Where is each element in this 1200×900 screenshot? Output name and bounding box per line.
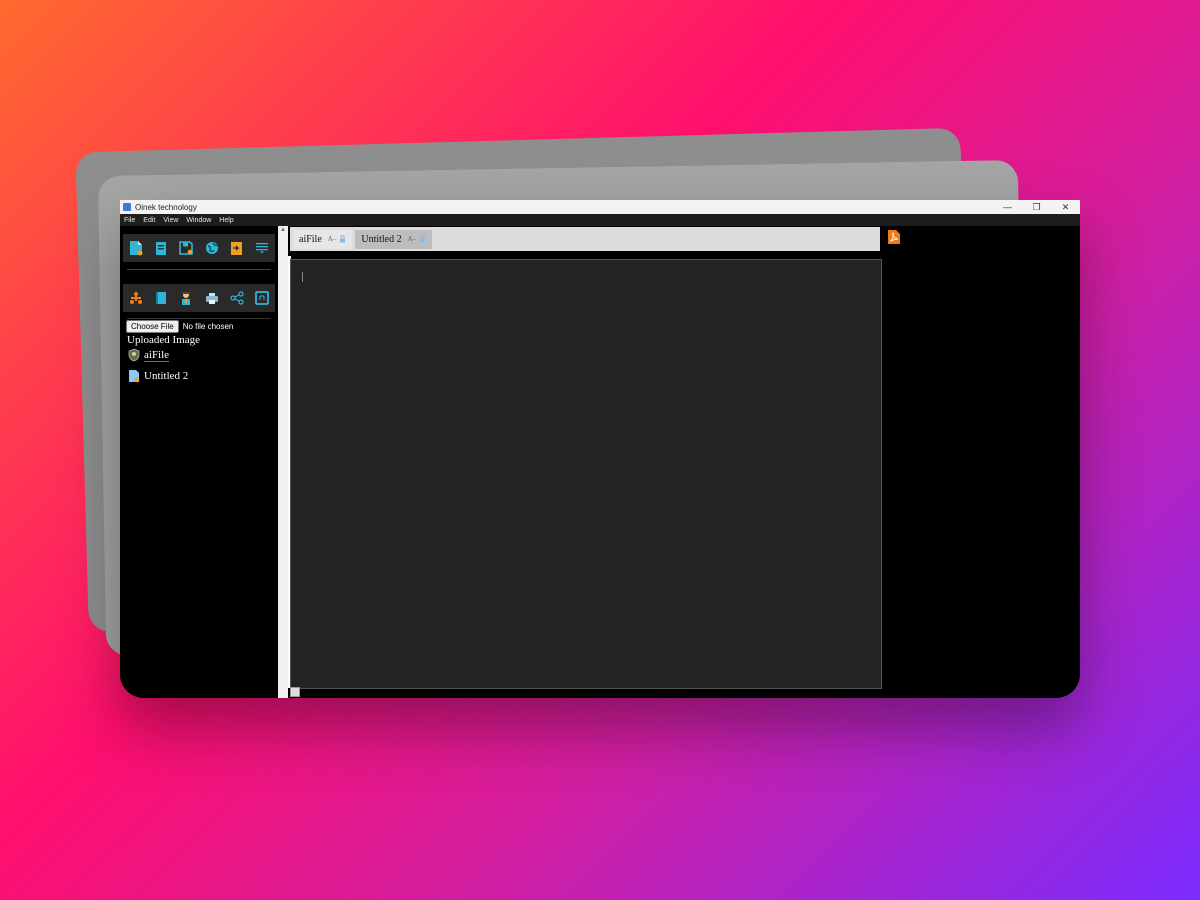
terminal-icon[interactable] xyxy=(254,290,271,307)
uploaded-image-placeholder: Uploaded Image xyxy=(127,334,200,346)
save-icon[interactable] xyxy=(178,240,195,257)
menu-help[interactable]: Help xyxy=(215,217,237,224)
file-item-untitled-2[interactable]: Untitled 2 xyxy=(128,369,188,383)
menu-edit[interactable]: Edit xyxy=(139,217,159,224)
file-item-aifile[interactable]: aiFile xyxy=(128,348,170,362)
share-icon[interactable] xyxy=(228,290,245,307)
book-icon[interactable] xyxy=(152,240,169,257)
scroll-up-arrow[interactable]: ▲ xyxy=(278,226,288,234)
notebook-icon[interactable] xyxy=(152,290,169,307)
secondary-toolbar xyxy=(123,284,275,312)
toolbar-divider xyxy=(127,318,271,319)
file-item-label: Untitled 2 xyxy=(144,370,189,382)
text-editor[interactable] xyxy=(290,259,882,689)
printer-icon[interactable] xyxy=(203,290,220,307)
sidebar-scrollbar[interactable]: ▲ xyxy=(278,226,288,698)
broken-image-icon xyxy=(290,687,300,697)
file-input: Choose File No file chosen xyxy=(126,320,233,333)
menu-file[interactable]: File xyxy=(120,217,139,224)
robot-user-icon[interactable] xyxy=(178,290,195,307)
tab-untitled-2[interactable]: Untitled 2 A– xyxy=(355,229,433,249)
text-caret xyxy=(302,272,303,282)
choose-file-button[interactable]: Choose File xyxy=(126,320,179,333)
minimize-button[interactable]: — xyxy=(993,202,1022,212)
menu-window[interactable]: Window xyxy=(182,217,215,224)
menu-bar: File Edit View Window Help xyxy=(120,214,1080,226)
app-window: Oinek technology — ❐ ✕ File Edit View Wi… xyxy=(120,200,1080,698)
network-icon[interactable] xyxy=(127,290,144,307)
toolbar-divider xyxy=(127,269,271,270)
tab-label: aiFile xyxy=(299,233,322,245)
pdf-export-icon[interactable] xyxy=(887,229,901,245)
font-size-toggle[interactable]: A– xyxy=(328,235,337,243)
document-icon xyxy=(128,369,140,383)
sidebar: Choose File No file chosen Uploaded Imag… xyxy=(120,226,278,698)
maximize-button[interactable]: ❐ xyxy=(1022,202,1051,213)
tab-bar: aiFile A– Untitled 2 A– xyxy=(290,227,880,251)
close-button[interactable]: ✕ xyxy=(1051,202,1080,213)
file-status: No file chosen xyxy=(182,322,234,331)
file-item-label: aiFile xyxy=(144,348,170,362)
tab-label: Untitled 2 xyxy=(361,233,402,245)
lock-icon[interactable] xyxy=(419,235,426,243)
new-file-icon[interactable] xyxy=(127,240,144,257)
tab-aifile[interactable]: aiFile A– xyxy=(293,229,353,249)
title-bar: Oinek technology — ❐ ✕ xyxy=(120,200,1080,214)
import-icon[interactable] xyxy=(228,240,245,257)
font-size-toggle[interactable]: A– xyxy=(408,235,417,243)
ai-shield-icon xyxy=(128,348,140,362)
primary-toolbar xyxy=(123,234,275,262)
menu-view[interactable]: View xyxy=(159,217,182,224)
globe-icon[interactable] xyxy=(203,240,220,257)
app-icon xyxy=(123,203,131,211)
window-title: Oinek technology xyxy=(135,202,197,212)
lock-icon[interactable] xyxy=(339,235,346,243)
menu-lines-icon[interactable] xyxy=(254,240,271,257)
